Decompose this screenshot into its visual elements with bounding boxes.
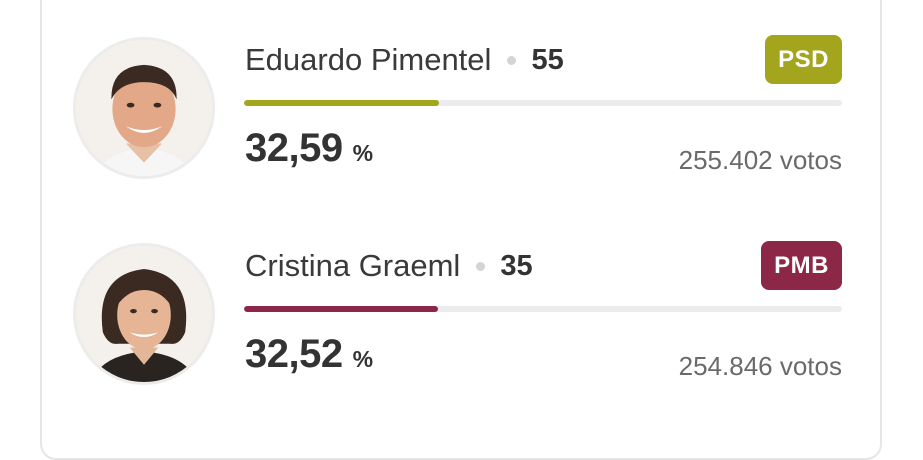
candidate-row[interactable]: Cristina Graeml 35 PMB 32,52% 254.846 vo… [0,206,923,406]
percentage-unit: % [352,346,374,372]
vote-progress-fill [244,306,439,312]
vote-progress-bar [244,306,842,312]
vote-count: 255.402 votos [678,145,842,175]
candidate-row[interactable]: Eduardo Pimentel 55 PSD 32,59% 255.402 v… [0,0,923,200]
candidate-name-row: Cristina Graeml 35 [245,248,533,284]
candidate-number: 35 [500,249,533,282]
vote-percentage: 32,52% [245,332,373,377]
percentage-unit: % [352,140,374,166]
candidate-name: Cristina Graeml [245,248,461,283]
percentage-value: 32,52 [245,332,343,376]
party-badge: PMB [761,241,842,290]
separator-dot [476,261,486,271]
vote-progress-bar [244,100,842,106]
vote-progress-fill [244,100,439,106]
vote-percentage: 32,59% [245,126,373,171]
man-portrait-icon [73,37,215,179]
candidate-name: Eduardo Pimentel [245,42,492,77]
candidate-name-row: Eduardo Pimentel 55 [245,42,564,78]
percentage-value: 32,59 [245,126,343,170]
party-badge: PSD [765,35,842,84]
vote-count: 254.846 votos [678,351,842,381]
woman-portrait-icon [73,243,215,385]
separator-dot [507,55,517,65]
candidate-number: 55 [531,43,564,76]
